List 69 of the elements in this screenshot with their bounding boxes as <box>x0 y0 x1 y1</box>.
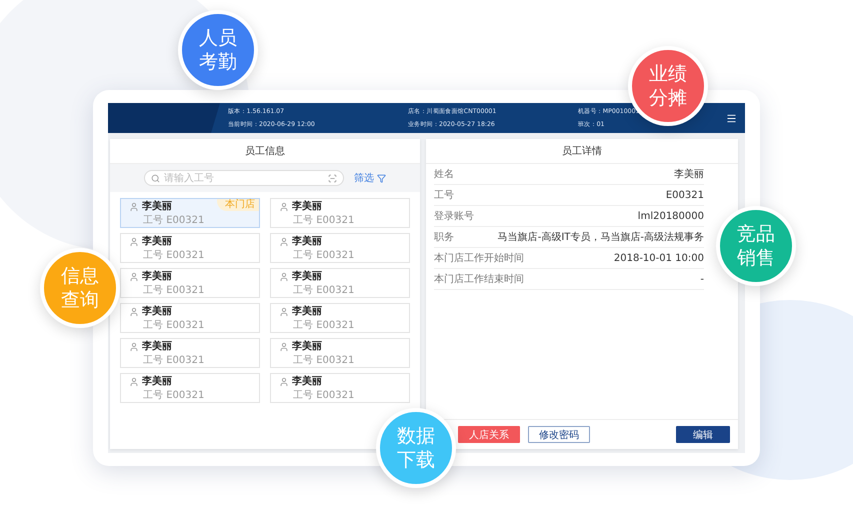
employee-card[interactable]: 李美丽 工号 E00321 <box>270 373 410 403</box>
employee-id: 工号 E00321 <box>142 249 206 262</box>
filter-button[interactable]: 筛选 <box>354 171 386 185</box>
employee-name: 李美丽 <box>292 305 322 318</box>
employee-card[interactable]: 李美丽 工号 E00321 <box>120 233 260 263</box>
menu-icon[interactable] <box>726 112 737 124</box>
employee-id: 工号 E00321 <box>292 319 356 332</box>
search-icon <box>151 174 160 182</box>
employee-name: 李美丽 <box>292 375 322 388</box>
employee-name: 李美丽 <box>292 340 322 353</box>
person-icon <box>279 342 289 352</box>
employee-card[interactable]: 李美丽 工号 E00321 <box>120 338 260 368</box>
employee-card[interactable]: 李美丽 工号 E00321 <box>270 233 410 263</box>
employee-name: 李美丽 <box>292 235 322 248</box>
detail-label: 工号 <box>434 189 454 202</box>
search-input[interactable]: 请输入工号 <box>164 172 324 184</box>
employee-name: 李美丽 <box>142 270 172 283</box>
detail-label: 本门店工作结束时间 <box>434 272 524 286</box>
employee-name: 李美丽 <box>142 305 172 318</box>
filter-icon <box>377 174 386 182</box>
employee-name: 李美丽 <box>142 340 172 353</box>
person-icon <box>279 236 289 246</box>
person-icon <box>129 272 139 282</box>
employee-card[interactable]: 李美丽 工号 E00321 <box>120 303 260 333</box>
action-button[interactable]: 编辑 <box>676 426 730 443</box>
employee-id: 工号 E00321 <box>292 249 356 262</box>
employee-name: 李美丽 <box>292 200 322 213</box>
scan-icon[interactable] <box>328 174 337 182</box>
person-icon <box>279 306 289 316</box>
detail-label: 登录账号 <box>434 210 474 223</box>
employee-card[interactable]: 李美丽 工号 E00321 <box>120 268 260 298</box>
employee-id: 工号 E00321 <box>292 284 356 297</box>
person-icon <box>129 202 139 212</box>
employee-id: 工号 E00321 <box>142 354 206 367</box>
employee-id: 工号 E00321 <box>142 319 206 332</box>
employee-name: 李美丽 <box>142 235 172 248</box>
detail-value: 李美丽 <box>674 168 704 181</box>
employee-card[interactable]: 李美丽 工号 E00321 <box>270 338 410 368</box>
person-icon <box>279 272 289 282</box>
person-icon <box>129 342 139 352</box>
detail-label: 职务 <box>434 231 454 244</box>
employee-card[interactable]: 李美丽 工号 E00321 <box>120 373 260 403</box>
employee-id: 工号 E00321 <box>142 389 206 402</box>
detail-label: 本门店工作开始时间 <box>434 252 524 265</box>
detail-value: lml20180000 <box>638 210 704 222</box>
search-field[interactable]: 请输入工号 <box>144 170 344 186</box>
person-icon <box>279 376 289 386</box>
person-icon <box>279 202 289 212</box>
employee-name: 李美丽 <box>142 375 172 388</box>
person-icon <box>129 376 139 386</box>
detail-value: E00321 <box>666 190 704 200</box>
employee-id: 工号 E00321 <box>292 389 356 402</box>
detail-value: - <box>700 274 704 284</box>
detail-value: 马当旗店-高级IT专员，马当旗店-高级法规事务 <box>498 230 704 244</box>
employee-name: 李美丽 <box>142 200 172 213</box>
employee-id: 工号 E00321 <box>142 284 206 297</box>
person-icon <box>129 306 139 316</box>
employee-card[interactable]: 李美丽 工号 E00321 <box>270 268 410 298</box>
employee-id: 工号 E00321 <box>292 354 356 367</box>
detail-label: 姓名 <box>434 168 454 181</box>
panel-title: 员工详情 <box>426 139 738 164</box>
detail-value: 2018-10-01 10:00 <box>614 252 704 264</box>
action-button[interactable]: 修改密码 <box>528 426 590 443</box>
employee-id: 工号 E00321 <box>142 214 206 227</box>
person-icon <box>129 236 139 246</box>
employee-id: 工号 E00321 <box>292 214 356 227</box>
employee-name: 李美丽 <box>292 270 322 283</box>
employee-card[interactable]: 李美丽 工号 E00321 <box>270 303 410 333</box>
employee-card[interactable]: 李美丽 工号 E00321 <box>270 198 410 228</box>
